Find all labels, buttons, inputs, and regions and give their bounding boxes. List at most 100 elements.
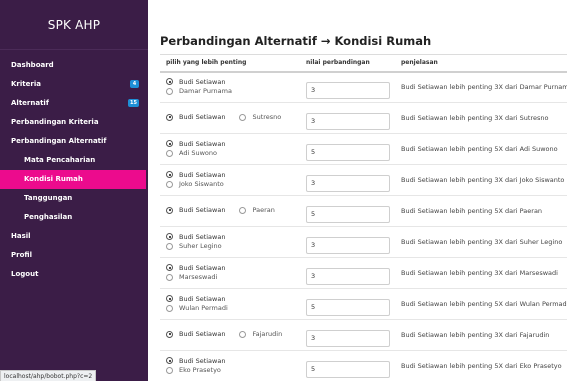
option-a-radio[interactable]: Budi Setiawan [166,206,225,214]
explanation-cell: Budi Setiawan lebih penting 3X dari Suhe… [395,226,567,258]
column-header-explanation: penjelasan [395,54,567,73]
sidebar-subitem-penghasilan[interactable]: Penghasilan [0,208,148,227]
value-cell [300,257,395,289]
radio-selected-icon[interactable] [166,78,173,86]
sidebar-item-label: Perbandingan Alternatif [11,137,107,145]
option-a-radio[interactable]: Budi Setiawan [166,295,225,303]
table-row: Budi SetiawanWulan Permadi Budi Setiawan … [160,288,567,320]
option-a-radio[interactable]: Budi Setiawan [166,357,225,365]
sidebar-subitem-kondisi-rumah[interactable]: Kondisi Rumah [0,170,146,189]
radio-empty-icon[interactable] [166,149,173,157]
option-a-radio[interactable]: Budi Setiawan [166,233,225,241]
option-a-label: Budi Setiawan [179,232,226,241]
radio-empty-icon[interactable] [166,87,173,95]
explanation-cell: Budi Setiawan lebih penting 3X dari Mars… [395,257,567,289]
value-cell [300,195,395,227]
radio-selected-icon[interactable] [166,264,173,271]
sidebar-item-profil[interactable]: Profil [0,246,148,265]
radio-empty-icon[interactable] [166,242,173,250]
radio-selected-icon[interactable] [166,206,173,214]
sidebar-subitem-mata-pencaharian[interactable]: Mata Pencaharian [0,151,148,170]
option-a-label: Budi Setiawan [179,263,226,272]
option-b-radio[interactable]: Wulan Permadi [166,304,228,312]
choice-cell: Budi Setiawan Suher Legino [160,226,300,258]
option-b-radio[interactable]: Damar Purnama [166,87,232,95]
radio-selected-icon[interactable] [166,357,173,364]
choice-cell: Budi Setiawan Joko Siswanto [160,164,300,196]
sidebar-item-label: Profil [11,251,32,259]
option-a-radio[interactable]: Budi Setiawan [166,171,225,179]
radio-empty-icon[interactable] [166,273,173,281]
option-b-radio[interactable]: Paeran [239,206,275,214]
sidebar-item-perbandingan-alternatif[interactable]: Perbandingan Alternatif [0,132,148,151]
explanation-cell: Budi Setiawan lebih penting 5X dari Adi … [395,133,567,165]
radio-selected-icon[interactable] [166,330,173,338]
radio-empty-icon[interactable] [239,330,247,338]
option-a-label: Budi Setiawan [179,356,226,365]
option-a-label: Budi Setiawan [179,170,226,179]
app-brand[interactable]: SPK AHP [0,0,148,50]
value-cell [300,164,395,196]
sidebar-item-perbandingan-kriteria[interactable]: Perbandingan Kriteria [0,113,148,132]
value-cell [300,350,395,381]
radio-empty-icon[interactable] [166,304,173,312]
comparison-value-input[interactable] [306,81,390,99]
sidebar-subitem-tanggungan[interactable]: Tanggungan [0,189,148,208]
explanation-cell: Budi Setiawan lebih penting 3X dari Dama… [395,71,567,103]
option-b-radio[interactable]: Marseswadi [166,273,217,281]
option-b-label: Marseswadi [179,273,218,281]
option-b-radio[interactable]: Suher Legino [166,242,222,250]
comparison-value-input[interactable] [306,205,390,223]
option-a-label: Budi Setiawan [179,113,226,122]
radio-empty-icon[interactable] [239,113,247,121]
option-b-radio[interactable]: Joko Siswanto [166,180,224,188]
column-header-choice: pilih yang lebih penting [160,54,300,73]
comparison-value-input[interactable] [306,143,390,161]
comparison-value-input[interactable] [306,174,390,192]
option-b-label: Damar Purnama [179,87,232,96]
radio-selected-icon[interactable] [166,171,173,178]
radio-selected-icon[interactable] [166,295,173,302]
option-a-radio[interactable]: Budi Setiawan [166,78,225,86]
option-a-label: Budi Setiawan [179,330,226,339]
sidebar-item-label: Logout [11,270,39,278]
option-a-radio[interactable]: Budi Setiawan [166,113,225,121]
radio-empty-icon[interactable] [166,180,173,188]
radio-empty-icon[interactable] [239,206,247,214]
sidebar-item-logout[interactable]: Logout [0,265,148,284]
comparison-value-input[interactable] [306,267,390,285]
choice-cell: Budi Setiawan Adi Suwono [160,133,300,165]
comparison-value-input[interactable] [306,360,390,378]
sidebar-item-kriteria[interactable]: Kriteria 4 [0,75,148,94]
table-header-row: pilih yang lebih penting nilai perbandin… [160,54,567,73]
comparison-value-input[interactable] [306,329,390,347]
sidebar-item-label: Perbandingan Kriteria [11,118,99,126]
comparison-value-input[interactable] [306,298,390,316]
value-cell [300,71,395,103]
option-a-label: Budi Setiawan [179,77,226,86]
sidebar-item-label: Mata Pencaharian [24,156,96,164]
explanation-cell: Budi Setiawan lebih penting 3X dari Joko… [395,164,567,196]
option-b-label: Wulan Permadi [179,304,228,312]
comparison-value-input[interactable] [306,112,390,130]
option-b-label: Suher Legino [179,242,222,250]
sidebar-item-dashboard[interactable]: Dashboard [0,56,148,75]
option-a-radio[interactable]: Budi Setiawan [166,264,225,272]
radio-empty-icon[interactable] [166,366,173,374]
option-b-radio[interactable]: Adi Suwono [166,149,217,157]
option-b-radio[interactable]: Sutresno [239,113,281,121]
choice-cell: Budi Setiawan Wulan Permadi [160,288,300,320]
option-a-radio[interactable]: Budi Setiawan [166,330,225,338]
radio-selected-icon[interactable] [166,113,173,121]
option-b-radio[interactable]: Eko Prasetyo [166,366,221,374]
sidebar-item-hasil[interactable]: Hasil [0,227,148,246]
comparison-value-input[interactable] [306,236,390,254]
sidebar-menu: Dashboard Kriteria 4 Alternatif 15 Perba… [0,56,148,284]
option-a-radio[interactable]: Budi Setiawan [166,140,225,148]
choice-cell: Budi Setiawan Paeran [160,195,300,227]
table-row: Budi SetiawanSuher Legino Budi Setiawan l… [160,226,567,258]
radio-selected-icon[interactable] [166,140,173,147]
radio-selected-icon[interactable] [166,233,173,240]
option-b-radio[interactable]: Fajarudin [239,330,282,338]
sidebar-item-alternatif[interactable]: Alternatif 15 [0,94,148,113]
